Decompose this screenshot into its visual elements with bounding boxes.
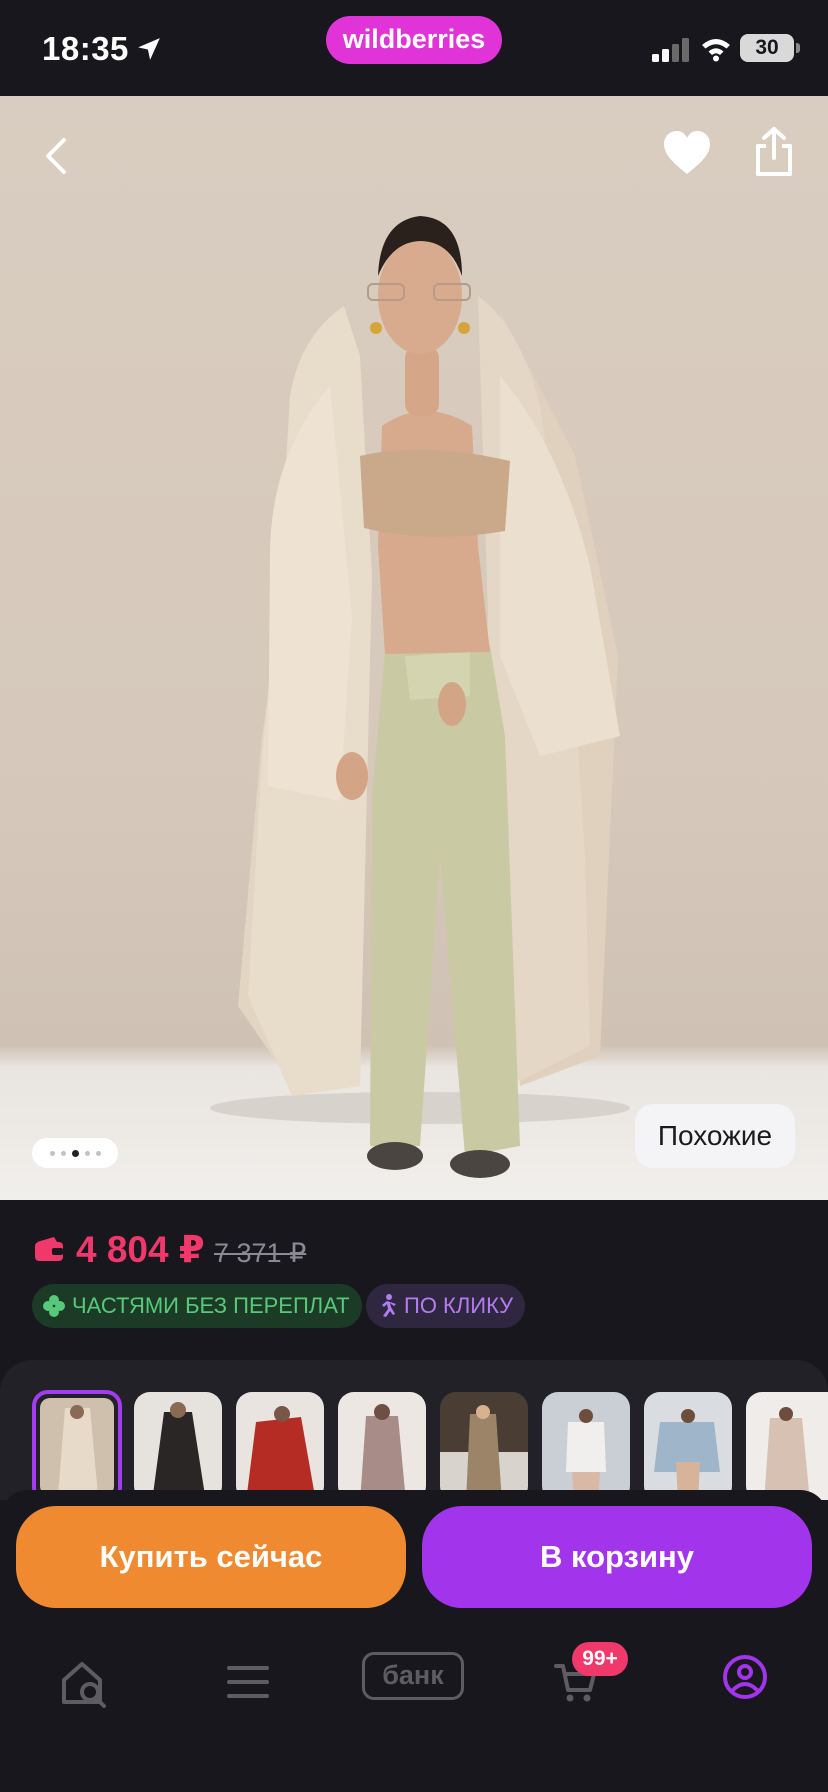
buy-now-button[interactable]: Купить сейчас bbox=[16, 1506, 406, 1608]
add-to-cart-button[interactable]: В корзину bbox=[422, 1506, 812, 1608]
heart-icon[interactable] bbox=[662, 130, 712, 176]
brand-logo: wildberries bbox=[326, 16, 502, 64]
carousel-dot bbox=[84, 1150, 90, 1156]
carousel-dot bbox=[95, 1150, 101, 1156]
gallery-thumb[interactable] bbox=[746, 1392, 828, 1500]
thumb-nude-robe bbox=[746, 1392, 828, 1500]
menu-icon[interactable] bbox=[226, 1664, 270, 1700]
product-photo[interactable]: Похожие bbox=[0, 96, 828, 1200]
installments-badge[interactable]: ЧАСТЯМИ БЕЗ ПЕРЕПЛАТ bbox=[32, 1284, 362, 1328]
thumb-red-robe bbox=[236, 1392, 324, 1500]
gallery-thumb[interactable] bbox=[542, 1392, 630, 1500]
thumb-white-set bbox=[542, 1392, 630, 1500]
carousel-dot-active bbox=[71, 1149, 79, 1157]
similar-button[interactable]: Похожие bbox=[635, 1104, 795, 1168]
carousel-dot bbox=[60, 1150, 66, 1156]
back-icon[interactable] bbox=[36, 134, 80, 178]
price-section: 4 804 ₽ 7 371 ₽ ЧАСТЯМИ БЕЗ ПЕРЕПЛАТ ПО … bbox=[0, 1200, 828, 1348]
thumb-tan-robe bbox=[440, 1392, 528, 1500]
gallery-thumb[interactable] bbox=[236, 1392, 324, 1500]
bottom-tab-bar: банк 99+ bbox=[0, 1630, 828, 1792]
running-man-icon bbox=[382, 1294, 396, 1317]
old-price: 7 371 ₽ bbox=[214, 1238, 307, 1268]
carousel-indicator bbox=[32, 1138, 118, 1168]
location-arrow-icon bbox=[138, 38, 160, 60]
gallery-thumb[interactable] bbox=[644, 1392, 732, 1500]
gallery-thumb-selected[interactable] bbox=[32, 1390, 122, 1500]
one-click-badge[interactable]: ПО КЛИКУ bbox=[366, 1284, 526, 1328]
color-gallery[interactable] bbox=[0, 1360, 828, 1500]
carousel-dot bbox=[49, 1150, 55, 1156]
wifi-icon bbox=[702, 39, 730, 62]
thumb-black-robe bbox=[134, 1392, 222, 1500]
cellular-signal-icon bbox=[652, 38, 689, 62]
clover-icon bbox=[43, 1295, 65, 1317]
home-search-icon[interactable] bbox=[58, 1658, 110, 1708]
status-bar: 18:35 wildberries 30 bbox=[0, 0, 828, 96]
gallery-thumb[interactable] bbox=[134, 1392, 222, 1500]
share-icon[interactable] bbox=[752, 126, 796, 178]
thumb-beige-robe bbox=[40, 1398, 114, 1496]
product-model-image bbox=[210, 216, 630, 1178]
thumb-mauve-robe bbox=[338, 1392, 426, 1500]
profile-icon[interactable] bbox=[722, 1654, 768, 1700]
gallery-thumb[interactable] bbox=[440, 1392, 528, 1500]
thumb-blue-set bbox=[644, 1392, 732, 1500]
cart-count-badge: 99+ bbox=[572, 1642, 628, 1676]
current-price: 4 804 ₽ bbox=[76, 1229, 205, 1270]
one-click-label: ПО КЛИКУ bbox=[404, 1293, 514, 1318]
bank-tab[interactable]: банк bbox=[362, 1652, 464, 1700]
wallet-icon bbox=[35, 1237, 63, 1261]
action-bar: Купить сейчас В корзину bbox=[0, 1490, 828, 1630]
gallery-thumb[interactable] bbox=[338, 1392, 426, 1500]
battery-indicator: 30 bbox=[740, 34, 800, 62]
status-time: 18:35 bbox=[42, 30, 129, 67]
installments-label: ЧАСТЯМИ БЕЗ ПЕРЕПЛАТ bbox=[72, 1293, 350, 1318]
